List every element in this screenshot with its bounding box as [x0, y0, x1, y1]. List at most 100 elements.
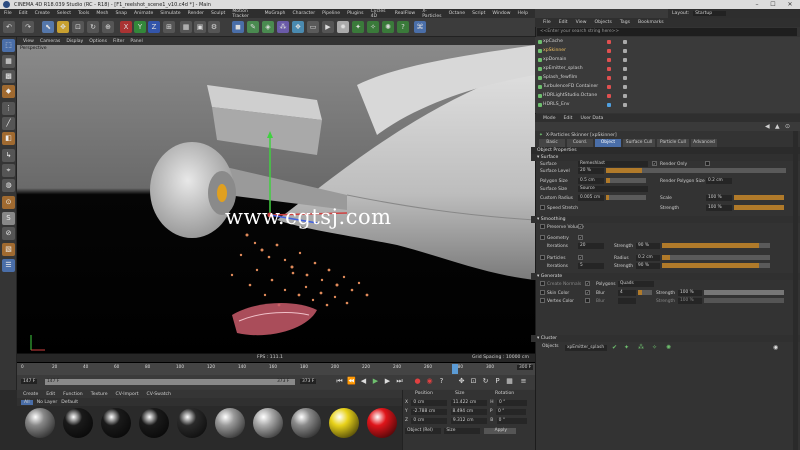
points-mode-icon[interactable]: ⋮ — [2, 102, 15, 115]
parameter-key-icon[interactable]: P — [493, 377, 502, 386]
strength-field[interactable]: 90 % — [636, 243, 660, 249]
timeline-menu-icon[interactable]: ≡ — [519, 377, 528, 386]
tweak-mode-icon[interactable]: ⌖ — [2, 164, 15, 177]
make-editable-icon[interactable]: ⬚ — [2, 39, 15, 52]
polygons-dropdown[interactable]: Quads — [618, 281, 654, 287]
object-tag-icon[interactable] — [623, 76, 627, 80]
section-cluster[interactable]: ▾ Cluster — [531, 335, 800, 342]
vertex-blur-field[interactable] — [618, 298, 636, 304]
menu-motion-tracker[interactable]: Motion Tracker — [232, 9, 257, 19]
material-swatch[interactable] — [329, 408, 359, 438]
object-list-item[interactable]: xpDomain — [535, 56, 800, 64]
viewport-menu-panel[interactable]: Panel — [130, 39, 142, 44]
custom-radius-field[interactable]: 0.005 cm — [578, 195, 604, 201]
rotate-tool-icon[interactable]: ↻ — [87, 21, 99, 33]
obj-menu-view[interactable]: View — [576, 20, 587, 25]
mat-menu-function[interactable]: Function — [63, 392, 83, 397]
menu-edit[interactable]: Edit — [19, 11, 28, 16]
attribute-tab[interactable]: Advanced — [691, 139, 717, 147]
spline-pen-icon[interactable]: ✎ — [247, 21, 259, 33]
cluster-emitter-icon[interactable]: ✦ — [624, 344, 629, 351]
strength-slider[interactable] — [662, 243, 770, 248]
mat-menu-cv-import[interactable]: CV-Import — [116, 392, 139, 397]
preserve-volume-toggle[interactable]: ✓ — [578, 224, 583, 229]
y-axis-icon[interactable]: Y — [134, 21, 146, 33]
section-surface[interactable]: ▾ Surface — [531, 154, 800, 161]
scale-key-icon[interactable]: ⊡ — [469, 377, 478, 386]
xparticles-question-icon[interactable]: ? — [397, 21, 409, 33]
frame-range-slider[interactable] — [45, 379, 295, 385]
create-normals-toggle[interactable]: ✓ — [585, 281, 590, 286]
material-swatch[interactable] — [101, 408, 131, 438]
enable-axis-icon[interactable]: ↳ — [2, 149, 15, 162]
scale-field[interactable]: 100 % — [706, 195, 732, 201]
mat-menu-create[interactable]: Create — [23, 392, 38, 397]
speed-stretch-checkbox[interactable] — [540, 205, 545, 210]
close-button[interactable]: ✕ — [783, 1, 797, 8]
apply-button[interactable]: Apply — [483, 428, 516, 434]
attr-menu-edit[interactable]: Edit — [564, 116, 573, 121]
layout-selector[interactable]: Layout: Startup — [668, 9, 800, 18]
object-list-item[interactable]: TurbulenceFD Container — [535, 83, 800, 91]
speed-strength-slider[interactable] — [734, 205, 784, 210]
object-tag-icon[interactable] — [623, 85, 627, 89]
live-selection-icon[interactable]: ⬉ — [42, 21, 54, 33]
coordinate-system-icon[interactable]: ⊞ — [163, 21, 175, 33]
viewport-menu-view[interactable]: View — [23, 39, 34, 44]
viewport-menu-filter[interactable]: Filter — [113, 39, 124, 44]
end-frame-field[interactable]: 373 F — [300, 379, 317, 384]
polygon-size-slider[interactable] — [606, 178, 646, 183]
vertex-strength-slider[interactable] — [704, 298, 784, 303]
obj-menu-objects[interactable]: Objects — [595, 20, 612, 25]
attr-menu-mode[interactable]: Mode — [543, 116, 556, 121]
material-swatch[interactable] — [215, 408, 245, 438]
array-icon[interactable]: ⁂ — [277, 21, 289, 33]
preserve-volume-checkbox[interactable] — [540, 224, 545, 229]
material-swatch[interactable] — [25, 408, 55, 438]
xparticles-emitter-icon[interactable]: ✧ — [367, 21, 379, 33]
size-z-field[interactable]: 9.312 cm — [450, 418, 487, 424]
scene-floor-icon[interactable]: ▭ — [307, 21, 319, 33]
object-tag-icon[interactable] — [623, 67, 627, 71]
strength-2-field[interactable]: 90 % — [636, 263, 660, 269]
attribute-tab[interactable]: Surface Cull — [623, 139, 655, 147]
menu-file[interactable]: File — [4, 11, 12, 16]
custom-radius-slider[interactable] — [606, 195, 646, 200]
z-axis-icon[interactable]: Z — [148, 21, 160, 33]
obj-menu-tags[interactable]: Tags — [620, 20, 630, 25]
iterations-field[interactable]: 20 — [578, 243, 604, 249]
object-list-item[interactable]: xpEmitter_splash — [535, 65, 800, 73]
python-icon[interactable]: ⌘ — [414, 21, 426, 33]
scale-slider[interactable] — [734, 195, 784, 200]
visibility-toggle-icon[interactable] — [607, 76, 611, 80]
model-mode-icon[interactable]: ▦ — [2, 55, 15, 68]
snap-settings-icon[interactable]: S — [2, 212, 15, 225]
coord-mode-dropdown[interactable]: Object (Rel) — [405, 428, 441, 434]
workplane-icon[interactable]: ◆ — [2, 85, 15, 98]
mat-filter-all[interactable]: All — [21, 399, 33, 405]
iterations-2-field[interactable]: 5 — [578, 263, 604, 269]
menu-render[interactable]: Render — [188, 11, 204, 16]
object-tag-icon[interactable] — [623, 49, 627, 53]
rotation-p-field[interactable]: 0 ° — [495, 409, 526, 415]
object-list-item[interactable]: xpSkinner — [535, 47, 800, 55]
visibility-toggle-icon[interactable] — [607, 85, 611, 89]
obj-menu-file[interactable]: File — [543, 20, 551, 25]
deformer-icon[interactable]: ❖ — [292, 21, 304, 33]
mat-menu-cv-swatch[interactable]: CV-Swatch — [147, 392, 171, 397]
material-swatch[interactable] — [177, 408, 207, 438]
menu-window[interactable]: Window — [492, 11, 510, 16]
viewport-solo-icon[interactable]: ◍ — [2, 179, 15, 192]
xparticles-modifier-icon[interactable]: ✺ — [382, 21, 394, 33]
skin-strength-field[interactable]: 100 % — [678, 290, 702, 296]
menu-character[interactable]: Character — [292, 11, 315, 16]
polygons-mode-icon[interactable]: ◧ — [2, 132, 15, 145]
particles-toggle[interactable]: ✓ — [578, 255, 583, 260]
menu-select[interactable]: Select — [57, 11, 71, 16]
visibility-toggle-icon[interactable] — [607, 67, 611, 71]
mat-filter-no-layer[interactable]: No Layer — [37, 400, 58, 405]
play-icon[interactable]: ▶ — [371, 377, 380, 386]
menu-help[interactable]: Help — [518, 11, 528, 16]
move-tool-icon[interactable]: ✥ — [57, 21, 69, 33]
undo-icon[interactable]: ↶ — [3, 21, 15, 33]
